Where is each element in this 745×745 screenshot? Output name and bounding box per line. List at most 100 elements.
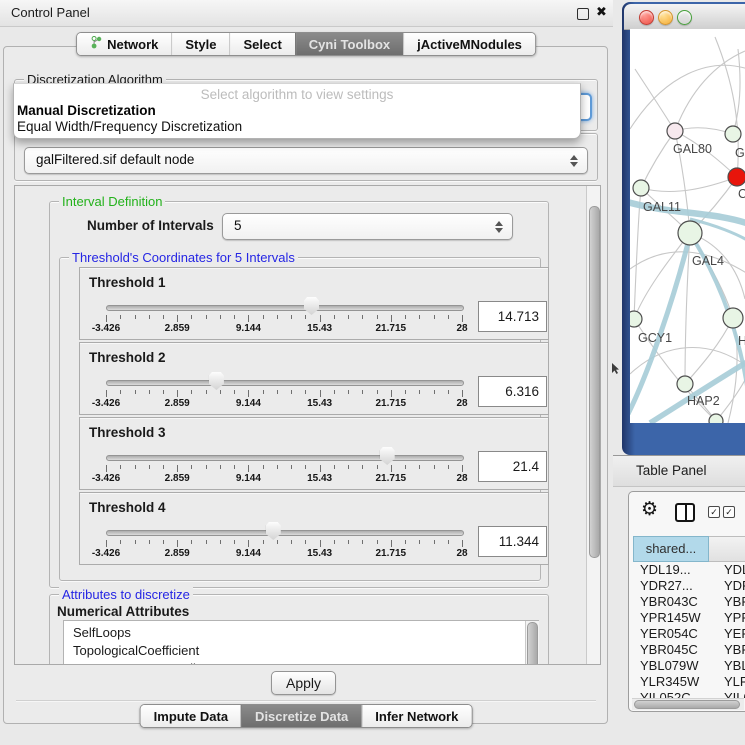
tab-select[interactable]: Select	[229, 33, 294, 55]
cell-shared-name[interactable]: YBR045C	[633, 642, 716, 658]
tick-label: 15.43	[294, 473, 346, 484]
tab-discretize-data[interactable]: Discretize Data	[241, 705, 361, 727]
threshold-value-field[interactable]: 14.713	[478, 301, 547, 332]
network-edge[interactable]	[634, 233, 690, 319]
tab-infer-network[interactable]: Infer Network	[361, 705, 471, 727]
column-header-1[interactable]: shared...	[633, 536, 709, 562]
slider-thumb[interactable]	[209, 372, 224, 390]
cell-shared-name[interactable]: YER054C	[633, 626, 716, 642]
network-edge[interactable]	[675, 128, 733, 134]
slider-thumb[interactable]	[304, 297, 319, 315]
table-row[interactable]: YBR043CYBR043C	[633, 594, 745, 610]
minor-tick	[135, 540, 136, 544]
column-header-2[interactable]: name	[709, 536, 745, 562]
network-node-GCY1[interactable]	[630, 311, 642, 327]
cell-name[interactable]: YPR145W	[716, 610, 745, 626]
network-node-GAL80[interactable]	[667, 123, 683, 139]
cell-shared-name[interactable]: YDR27...	[633, 578, 716, 594]
table-rows: YDL19...YDL19...YDR27...YDR27...YBR043CY…	[633, 562, 745, 698]
tab-cyni-toolbox[interactable]: Cyni Toolbox	[295, 33, 403, 55]
gear-icon[interactable]: ⚙	[641, 500, 658, 519]
cell-shared-name[interactable]: YPR145W	[633, 610, 716, 626]
panel-scrollbar-thumb[interactable]	[589, 206, 600, 558]
cell-shared-name[interactable]: YBL079W	[633, 658, 716, 674]
cell-name[interactable]: YDR27...	[716, 578, 745, 594]
network-node-HAP2[interactable]	[677, 376, 693, 392]
table-hscrollbar[interactable]	[632, 698, 744, 710]
table-row[interactable]: YDR27...YDR27...	[633, 578, 745, 594]
checkbox-icon[interactable]: ✓	[708, 506, 720, 518]
table-row[interactable]: YER054CYER054C	[633, 626, 745, 642]
network-edge[interactable]	[641, 177, 737, 192]
dropdown-item-equal-width-frequency[interactable]: Equal Width/Frequency Discretization	[17, 119, 242, 134]
tab-impute-data[interactable]: Impute Data	[141, 705, 241, 727]
cell-shared-name[interactable]: YDL19...	[633, 562, 716, 578]
network-view[interactable]: GAL80GCGAL11GAL4GCY1HHAP2	[630, 29, 745, 423]
network-edge[interactable]	[733, 49, 740, 134]
threshold-value-field[interactable]: 11.344	[478, 526, 547, 557]
cell-name[interactable]: YBR045C	[716, 642, 745, 658]
table-hscrollbar-thumb[interactable]	[634, 700, 740, 709]
list-scrollbar-thumb[interactable]	[527, 622, 538, 665]
split-columns-icon[interactable]	[675, 503, 695, 522]
table-row[interactable]: YPR145WYPR145W	[633, 610, 745, 626]
slider-track[interactable]	[106, 455, 464, 461]
minor-tick	[419, 390, 420, 394]
table-row[interactable]: YDL19...YDL19...	[633, 562, 745, 578]
table-row[interactable]: YBL079WYBL079W	[633, 658, 745, 674]
panel-scrollbar[interactable]	[586, 186, 601, 664]
slider-track[interactable]	[106, 380, 464, 386]
cell-name[interactable]: YIL052C	[716, 690, 745, 698]
checkbox-icon[interactable]: ✓	[723, 506, 735, 518]
cell-name[interactable]: YBL079W	[716, 658, 745, 674]
tick-label: 2.859	[151, 398, 203, 409]
network-node-red-node[interactable]	[728, 168, 745, 186]
slider-track[interactable]	[106, 305, 464, 311]
table-row[interactable]: YBR045CYBR045C	[633, 642, 745, 658]
list-scrollbar[interactable]	[525, 621, 539, 665]
network-edge[interactable]	[675, 51, 745, 131]
cell-name[interactable]: YDL19...	[716, 562, 745, 578]
table-row[interactable]: YLR345WYLR345W	[633, 674, 745, 690]
network-node-GAL11[interactable]	[633, 180, 649, 196]
network-edge[interactable]	[641, 131, 675, 188]
slider-thumb[interactable]	[380, 447, 395, 465]
table-data-combo[interactable]: galFiltered.sif default node	[24, 147, 588, 174]
slider-thumb[interactable]	[266, 522, 281, 540]
minor-tick	[120, 390, 121, 394]
minor-tick	[434, 315, 435, 319]
apply-button[interactable]: Apply	[271, 671, 336, 695]
network-edge[interactable]	[635, 69, 675, 131]
cell-shared-name[interactable]: YIL052C	[633, 690, 716, 698]
float-window-icon[interactable]	[577, 8, 589, 20]
tab-jactivemnodules[interactable]: jActiveMNodules	[403, 33, 535, 55]
minimize-traffic-light-icon[interactable]	[658, 10, 673, 25]
attribute-list-item[interactable]: SelfLoops	[64, 624, 538, 642]
dropdown-item-manual-discretization[interactable]: Manual Discretization	[17, 103, 156, 118]
network-node-node[interactable]	[709, 414, 723, 423]
close-icon[interactable]: ✖	[596, 4, 607, 20]
cell-shared-name[interactable]: YLR345W	[633, 674, 716, 690]
attribute-list-item[interactable]: TopologicalCoefficient	[64, 642, 538, 660]
tab-style[interactable]: Style	[171, 33, 229, 55]
slider-track[interactable]	[106, 530, 464, 536]
cell-name[interactable]: YER054C	[716, 626, 745, 642]
table-row[interactable]: YIL052CYIL052C	[633, 690, 745, 698]
cell-name[interactable]: YBR043C	[716, 594, 745, 610]
close-traffic-light-icon[interactable]	[639, 10, 654, 25]
network-node-H-node[interactable]	[723, 308, 743, 328]
attribute-list-item[interactable]: BetweennessCentrality	[64, 660, 538, 665]
cell-name[interactable]: YLR345W	[716, 674, 745, 690]
network-node-GAL4[interactable]	[678, 221, 702, 245]
threshold-label: Threshold 4	[89, 500, 166, 515]
minor-tick	[305, 390, 306, 394]
threshold-value-field[interactable]: 6.316	[478, 376, 547, 407]
cell-shared-name[interactable]: YBR043C	[633, 594, 716, 610]
minor-tick	[263, 315, 264, 319]
threshold-value-field[interactable]: 21.4	[478, 451, 547, 482]
tick-label: 9.144	[222, 548, 274, 559]
zoom-traffic-light-icon[interactable]	[677, 10, 692, 25]
number-of-intervals-spinner[interactable]: 5	[222, 213, 513, 240]
tab-network[interactable]: Network	[77, 33, 171, 55]
network-node-node[interactable]	[725, 126, 741, 142]
